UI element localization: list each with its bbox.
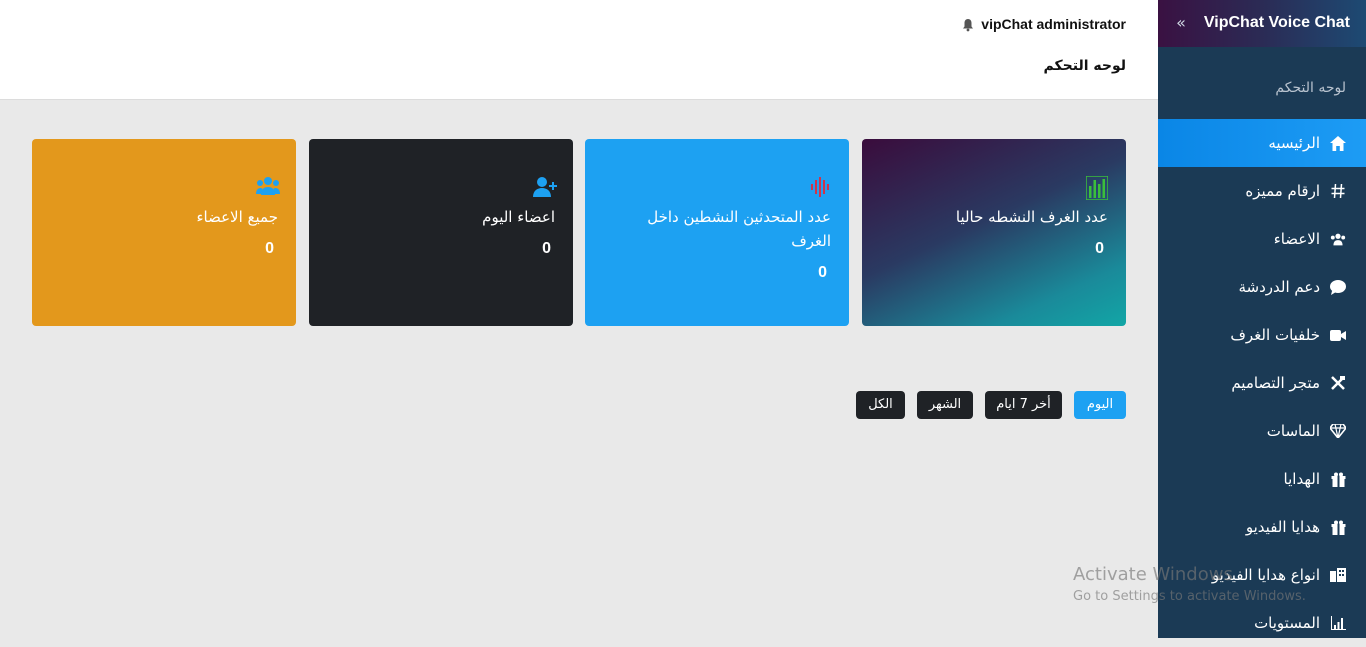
card-label: عدد المتحدثين النشطين داخل الغرف [647, 208, 831, 250]
sidebar-item-gifts[interactable]: الهدايا [1158, 455, 1366, 503]
filter-all-button[interactable]: الكل [856, 391, 905, 419]
sidebar-item-label: متجر التصاميم [1231, 374, 1320, 392]
card-value: 0 [1095, 240, 1104, 257]
sidebar-heading: لوحه التحكم [1275, 80, 1346, 96]
page-title: لوحه التحكم [1043, 58, 1126, 74]
gift-icon [1330, 471, 1346, 487]
filter-week-button[interactable]: أخر 7 ايام [985, 391, 1062, 419]
sidebar-item-room-backgrounds[interactable]: خلفيات الغرف [1158, 311, 1366, 359]
admin-username[interactable]: vipChat administrator [981, 16, 1126, 32]
sidebar-item-label: المستويات [1254, 614, 1320, 632]
all-members-card: جميع الاعضاء 0 [32, 139, 296, 326]
sidebar-item-label: الرئيسيه [1268, 134, 1320, 152]
sidebar-item-label: خلفيات الغرف [1230, 326, 1320, 344]
brand-title[interactable]: VipChat Voice Chat [1204, 14, 1350, 32]
gift-icon [1330, 519, 1346, 535]
activate-windows-hint: Go to Settings to activate Windows. [1073, 589, 1306, 604]
active-speakers-card: عدد المتحدثين النشطين داخل الغرف 0 [585, 139, 849, 326]
sidebar-item-diamonds[interactable]: الماسات [1158, 407, 1366, 455]
sidebar-item-label: الهدايا [1283, 470, 1320, 488]
today-members-card: اعضاء اليوم 0 [309, 139, 573, 326]
sidebar-item-design-store[interactable]: متجر التصاميم [1158, 359, 1366, 407]
tools-icon [1330, 375, 1346, 391]
user-plus-icon [533, 176, 557, 198]
home-icon [1330, 135, 1346, 151]
equalizer-icon [1085, 175, 1109, 201]
sidebar-item-chat-support[interactable]: دعم الدردشة [1158, 263, 1366, 311]
sidebar-item-members[interactable]: الاعضاء [1158, 215, 1366, 263]
sidebar-item-label: ارقام مميزه [1245, 182, 1320, 200]
activate-windows-watermark: Activate Windows [1073, 564, 1233, 585]
filter-month-button[interactable]: الشهر [917, 391, 973, 419]
bell-icon[interactable] [962, 17, 974, 32]
sidebar-item-video-gifts[interactable]: هدايا الفيديو [1158, 503, 1366, 551]
card-label: عدد الغرف النشطه حاليا [955, 208, 1108, 226]
sidebar-item-special-numbers[interactable]: ارقام مميزه [1158, 167, 1366, 215]
sidebar: VipChat Voice Chat « لوحه التحكم الرئيسي… [1158, 0, 1366, 638]
sidebar-brand: VipChat Voice Chat « [1158, 0, 1366, 47]
video-camera-icon [1330, 327, 1346, 343]
sidebar-item-label: الاعضاء [1273, 230, 1320, 248]
building-icon [1330, 567, 1346, 583]
chat-bubble-icon [1330, 279, 1346, 295]
sidebar-item-home[interactable]: الرئيسيه [1158, 119, 1366, 167]
card-label: اعضاء اليوم [482, 208, 555, 226]
sidebar-item-label: الماسات [1266, 422, 1320, 440]
card-value: 0 [818, 264, 827, 281]
card-value: 0 [265, 240, 274, 257]
active-rooms-card: عدد الغرف النشطه حاليا 0 [862, 139, 1126, 326]
collapse-sidebar-icon[interactable]: « [1174, 14, 1188, 32]
users-icon [1330, 231, 1346, 247]
diamond-icon [1330, 423, 1346, 439]
filter-today-button[interactable]: اليوم [1074, 391, 1126, 419]
sidebar-item-label: دعم الدردشة [1238, 278, 1320, 296]
sidebar-item-label: هدايا الفيديو [1245, 518, 1320, 536]
bar-chart-icon [1330, 615, 1346, 631]
card-value: 0 [542, 240, 551, 257]
sidebar-item-levels[interactable]: المستويات [1158, 599, 1366, 647]
top-header: vipChat administrator لوحه التحكم [0, 0, 1158, 100]
users-icon [256, 176, 280, 198]
card-label: جميع الاعضاء [196, 208, 278, 226]
sound-wave-icon [809, 176, 831, 198]
hash-icon [1330, 183, 1346, 199]
